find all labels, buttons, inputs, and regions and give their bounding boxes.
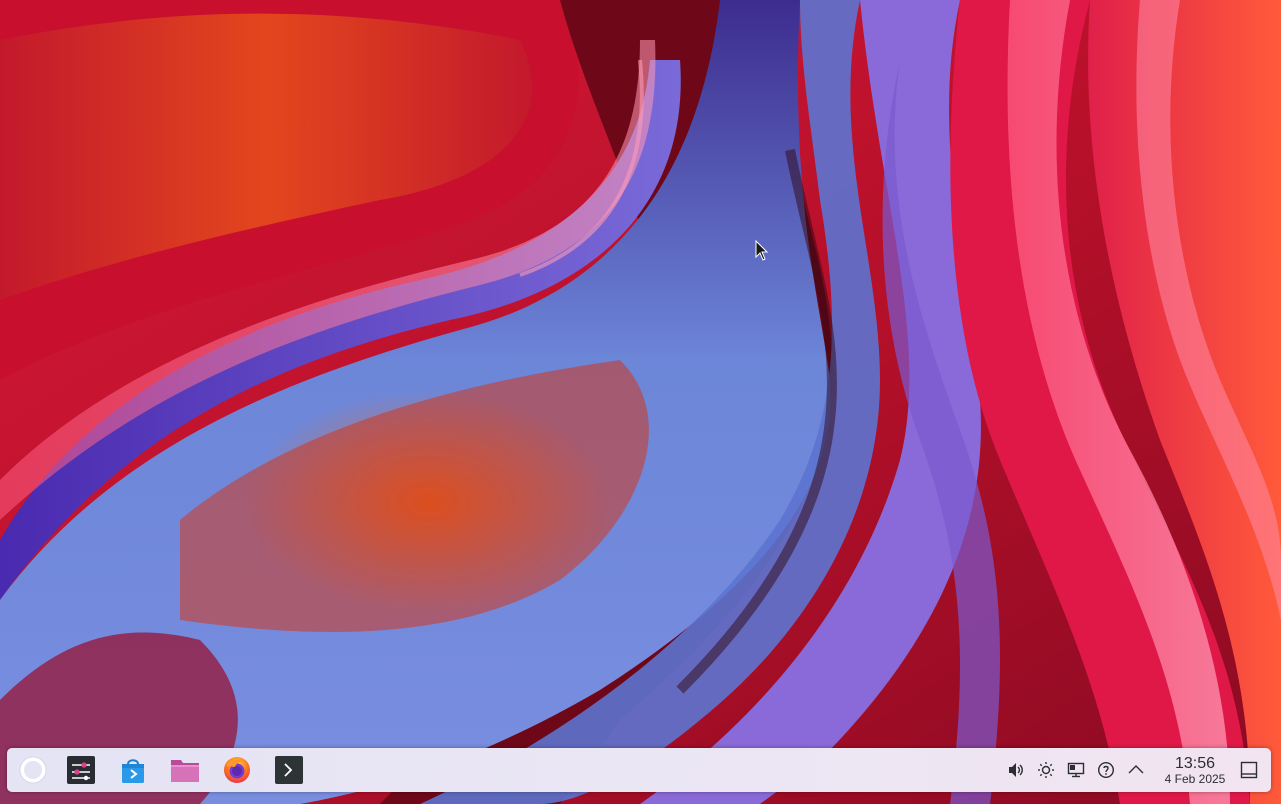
system-tray: 13:56 4 Feb 2025 — [1001, 748, 1271, 792]
discover-store-button[interactable] — [115, 752, 151, 788]
network-icon[interactable] — [1064, 758, 1088, 782]
sliders-icon — [67, 756, 95, 784]
volume-icon[interactable] — [1004, 758, 1028, 782]
system-settings-button[interactable] — [63, 752, 99, 788]
desktop[interactable]: 13:56 4 Feb 2025 — [0, 0, 1281, 804]
application-launcher-button[interactable] — [15, 752, 51, 788]
taskbar-panel: 13:56 4 Feb 2025 — [7, 748, 1271, 792]
digital-clock[interactable]: 13:56 4 Feb 2025 — [1159, 750, 1231, 790]
file-manager-button[interactable] — [167, 752, 203, 788]
terminal-button[interactable] — [271, 752, 307, 788]
firefox-button[interactable] — [219, 752, 255, 788]
clock-time: 13:56 — [1174, 754, 1216, 772]
shopping-bag-icon — [122, 759, 144, 783]
folder-icon — [171, 760, 199, 782]
brightness-icon[interactable] — [1034, 758, 1058, 782]
clock-date: 4 Feb 2025 — [1164, 771, 1226, 786]
updates-icon[interactable] — [1094, 758, 1118, 782]
wallpaper — [0, 0, 1281, 804]
mouse-cursor-icon — [755, 240, 769, 261]
terminal-icon — [275, 756, 303, 784]
circle-ring-icon — [19, 756, 47, 784]
firefox-icon — [224, 757, 250, 783]
chevron-up-icon[interactable] — [1124, 758, 1148, 782]
show-desktop-icon[interactable] — [1237, 758, 1261, 782]
